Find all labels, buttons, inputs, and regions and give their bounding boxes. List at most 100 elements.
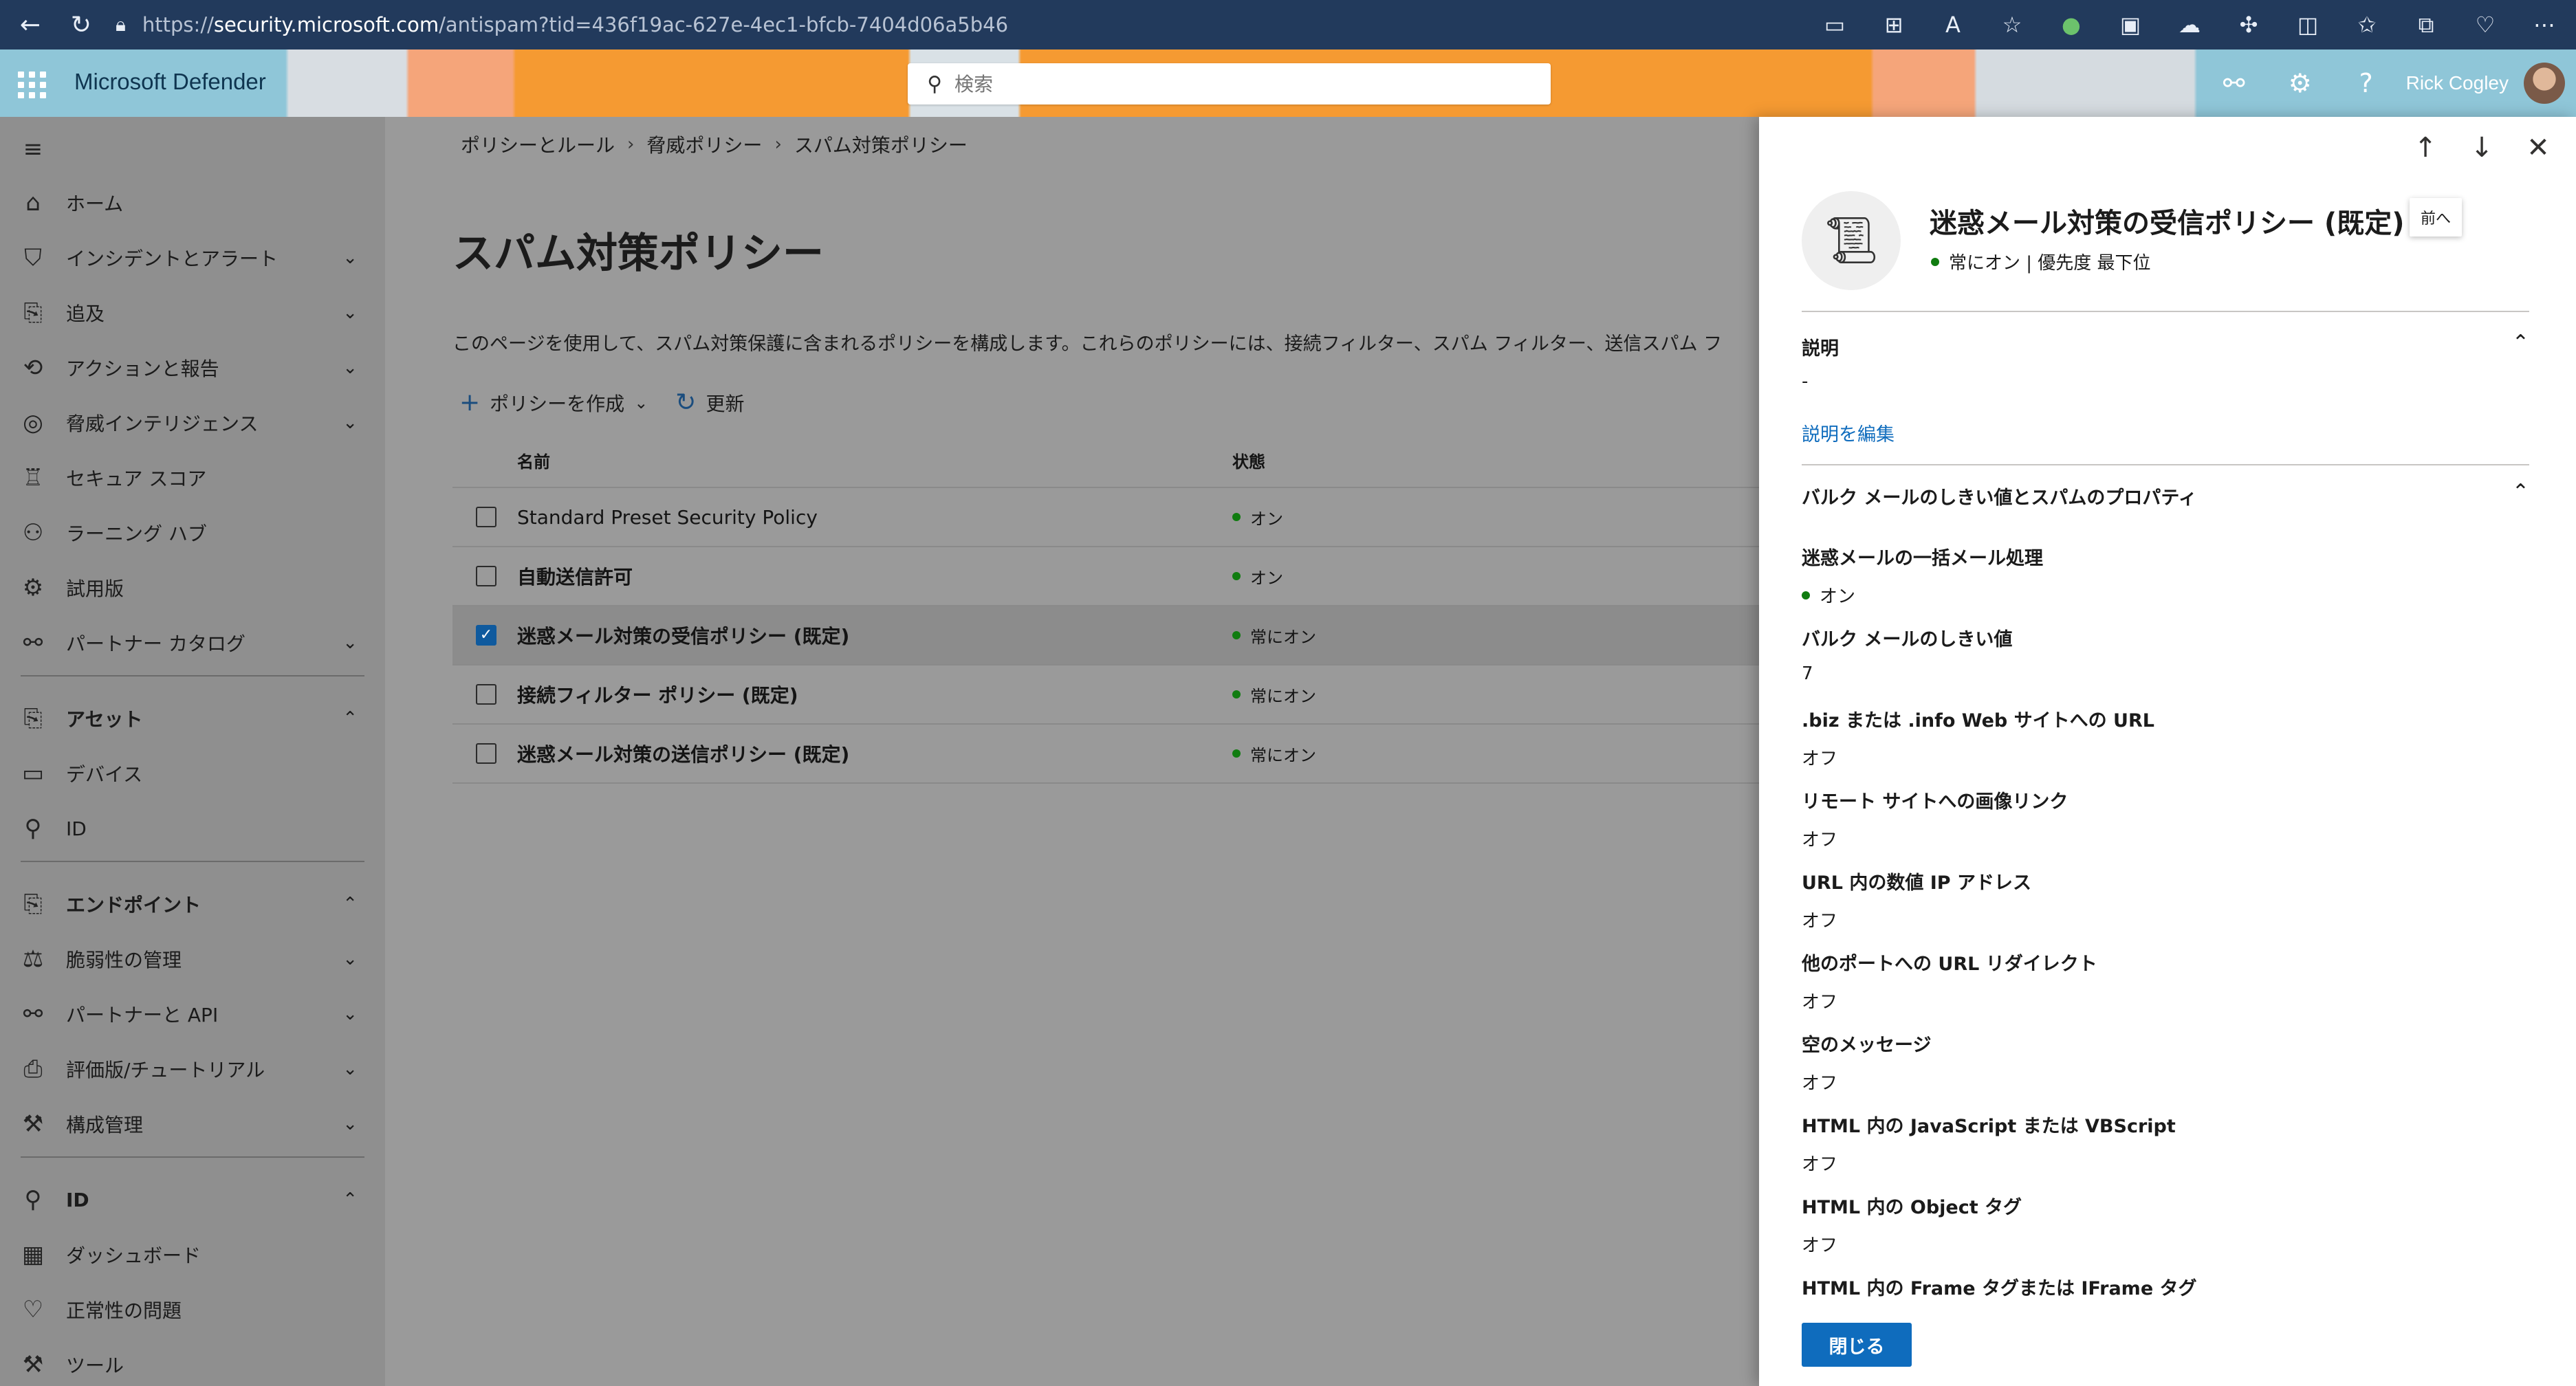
column-header-status[interactable]: 状態: [1232, 448, 1265, 472]
property-value: オン: [1802, 582, 2529, 608]
description-section-header[interactable]: 説明 ⌃: [1802, 331, 2529, 360]
favorite-star-icon[interactable]: ☆: [1987, 0, 2037, 50]
table-row[interactable]: Standard Preset Security Policy オン: [452, 488, 1759, 547]
sidebar-item-3[interactable]: ⟲ アクションと報告 ⌄: [0, 341, 385, 395]
arrow-down-icon[interactable]: ↓: [2465, 132, 2499, 164]
policy-name[interactable]: 迷惑メール対策の送信ポリシー (既定): [517, 740, 849, 767]
extensions-grid-icon[interactable]: ⊞: [1869, 0, 1919, 50]
favorites-icon[interactable]: ✩: [2342, 0, 2392, 50]
table-header: 名前 状態: [452, 433, 1759, 488]
row-checkbox[interactable]: [476, 566, 496, 586]
create-policy-label: ポリシーを作成: [490, 392, 625, 415]
sidebar-item-7[interactable]: ⚙ 試用版: [0, 561, 385, 615]
sidebar-item-6[interactable]: ⚇ ラーニング ハブ: [0, 506, 385, 560]
status-dot-icon: [1931, 257, 1939, 266]
sidebar-item-endpoint-3[interactable]: ⚒ 構成管理 ⌄: [0, 1097, 385, 1151]
column-header-name[interactable]: 名前: [517, 448, 550, 472]
sidebar-item-4[interactable]: ◎ 脅威インテリジェンス ⌄: [0, 396, 385, 450]
sidebar-item-8[interactable]: ⚯ パートナー カタログ ⌄: [0, 616, 385, 670]
sidebar-section-assets[interactable]: ⎘ アセット ⌃: [0, 692, 385, 745]
breadcrumb-item-policies[interactable]: ポリシーとルール: [461, 131, 615, 158]
row-checkbox[interactable]: [476, 507, 496, 527]
community-icon[interactable]: ⚯: [2201, 50, 2267, 117]
search-input[interactable]: [954, 72, 1505, 96]
sidebar-item-5[interactable]: ♖ セキュア スコア: [0, 451, 385, 505]
hamburger-menu[interactable]: ≡: [0, 122, 385, 176]
edit-description-link[interactable]: 説明を編集: [1802, 419, 1895, 446]
policy-name[interactable]: Standard Preset Security Policy: [517, 506, 818, 529]
sidebar-item-id-0[interactable]: ▦ ダッシュボード: [0, 1228, 385, 1282]
chevron-down-icon: ⌄: [342, 949, 358, 969]
row-checkbox[interactable]: [476, 684, 496, 705]
sidebar-item-label: ダッシュボード: [66, 1244, 201, 1267]
sidebar-item-label: 正常性の問題: [66, 1299, 182, 1322]
breadcrumb-item-threat-policies[interactable]: 脅威ポリシー: [646, 131, 762, 158]
sidebar-section-id[interactable]: ⚲ ID ⌃: [0, 1173, 385, 1226]
puzzle-icon[interactable]: ✣: [2224, 0, 2273, 50]
split-screen-icon[interactable]: ◫: [2283, 0, 2333, 50]
sidebar-item-label: 評価版/チュートリアル: [66, 1059, 265, 1081]
close-button[interactable]: 閉じる: [1802, 1323, 1912, 1367]
close-icon[interactable]: ✕: [2521, 132, 2555, 164]
table-row[interactable]: 迷惑メール対策の送信ポリシー (既定) 常にオン: [452, 725, 1759, 784]
collections-icon[interactable]: ⧉: [2401, 0, 2451, 50]
user-name[interactable]: Rick Cogley: [2406, 72, 2509, 94]
sidebar-item-endpoint-0[interactable]: ⚖ 脆弱性の管理 ⌄: [0, 932, 385, 986]
refresh-button[interactable]: ↻ 更新: [675, 388, 744, 417]
sidebar-item-label: デバイス: [66, 763, 143, 786]
property-value: オフ: [1802, 1069, 2529, 1094]
help-icon[interactable]: ?: [2333, 50, 2399, 117]
more-icon[interactable]: ⋯: [2520, 0, 2569, 50]
sidebar-item-0[interactable]: ⌂ ホーム: [0, 176, 385, 230]
chevron-down-icon: ⌄: [342, 1059, 358, 1079]
status-dot-icon: [1232, 749, 1241, 758]
arrow-up-icon[interactable]: ↑: [2408, 132, 2443, 164]
refresh-icon[interactable]: ↻: [61, 0, 102, 50]
sidebar-section-endpoint[interactable]: ⎘ エンドポイント ⌃: [0, 877, 385, 931]
extension-green-icon[interactable]: ●: [2046, 0, 2096, 50]
sidebar-item-label: ラーニング ハブ: [66, 522, 207, 545]
table-row[interactable]: 自動送信許可 オン: [452, 547, 1759, 606]
status-text: 常にオン: [1250, 627, 1316, 647]
search-box[interactable]: ⚲: [908, 63, 1551, 104]
app-launcher-icon[interactable]: [12, 66, 47, 100]
status-dot-icon: [1232, 690, 1241, 698]
policy-name[interactable]: 自動送信許可: [517, 562, 633, 590]
policy-name[interactable]: 迷惑メール対策の受信ポリシー (既定): [517, 622, 849, 649]
table-row[interactable]: 接続フィルター ポリシー (既定) 常にオン: [452, 666, 1759, 725]
row-checkbox[interactable]: [476, 743, 496, 764]
settings-gear-icon[interactable]: ⚙: [2267, 50, 2333, 117]
vulnerability-icon: ⚖: [22, 945, 44, 973]
product-name[interactable]: Microsoft Defender: [74, 69, 266, 95]
sidebar-item-id-2[interactable]: ⚒ ツール: [0, 1338, 385, 1386]
sidebar-item-endpoint-2[interactable]: ⎙ 評価版/チュートリアル ⌄: [0, 1042, 385, 1096]
extension-box-icon[interactable]: ▣: [2106, 0, 2155, 50]
trial-icon: ⚙: [22, 574, 44, 602]
status-dot-icon: [1232, 513, 1241, 521]
sidebar-item-endpoint-1[interactable]: ⚯ パートナーと API ⌄: [0, 987, 385, 1041]
avatar[interactable]: [2524, 63, 2565, 104]
sidebar-item-1[interactable]: ⛉ インシデントとアラート ⌄: [0, 231, 385, 285]
sidebar-item-2[interactable]: ⎘ 追及 ⌄: [0, 286, 385, 340]
property-label: HTML 内の Object タグ: [1802, 1197, 2022, 1218]
property-value: オフ: [1802, 988, 2529, 1013]
main-content: ポリシーとルール › 脅威ポリシー › スパム対策ポリシー スパム対策ポリシー …: [385, 117, 1759, 1386]
property-label: バルク メールのしきい値: [1802, 629, 2013, 650]
chevron-right-icon: ›: [627, 134, 635, 155]
assets-icon: ⎘: [23, 705, 43, 732]
back-icon[interactable]: ←: [10, 0, 51, 50]
health-heart-icon[interactable]: ♡: [2460, 0, 2510, 50]
read-aloud-icon[interactable]: A: [1928, 0, 1978, 50]
sidebar-item-asset-0[interactable]: ▭ デバイス: [0, 747, 385, 800]
address-bar[interactable]: 🔒︎ https://security.microsoft.com/antisp…: [116, 6, 1422, 44]
create-policy-button[interactable]: + ポリシーを作成 ⌄: [459, 388, 648, 417]
chevron-up-icon: ⌃: [342, 1189, 358, 1210]
cloud-icon[interactable]: ☁: [2165, 0, 2214, 50]
sidebar-item-asset-1[interactable]: ⚲ ID: [0, 802, 385, 855]
app-available-icon[interactable]: ▭: [1810, 0, 1859, 50]
bulk-section-header[interactable]: バルク メールのしきい値とスパムのプロパティ ⌃: [1802, 480, 2529, 509]
policy-name[interactable]: 接続フィルター ポリシー (既定): [517, 681, 798, 708]
sidebar-item-id-1[interactable]: ♡ 正常性の問題: [0, 1283, 385, 1336]
table-row[interactable]: ✓ 迷惑メール対策の受信ポリシー (既定) 常にオン: [452, 606, 1759, 666]
row-checkbox[interactable]: ✓: [476, 625, 496, 646]
